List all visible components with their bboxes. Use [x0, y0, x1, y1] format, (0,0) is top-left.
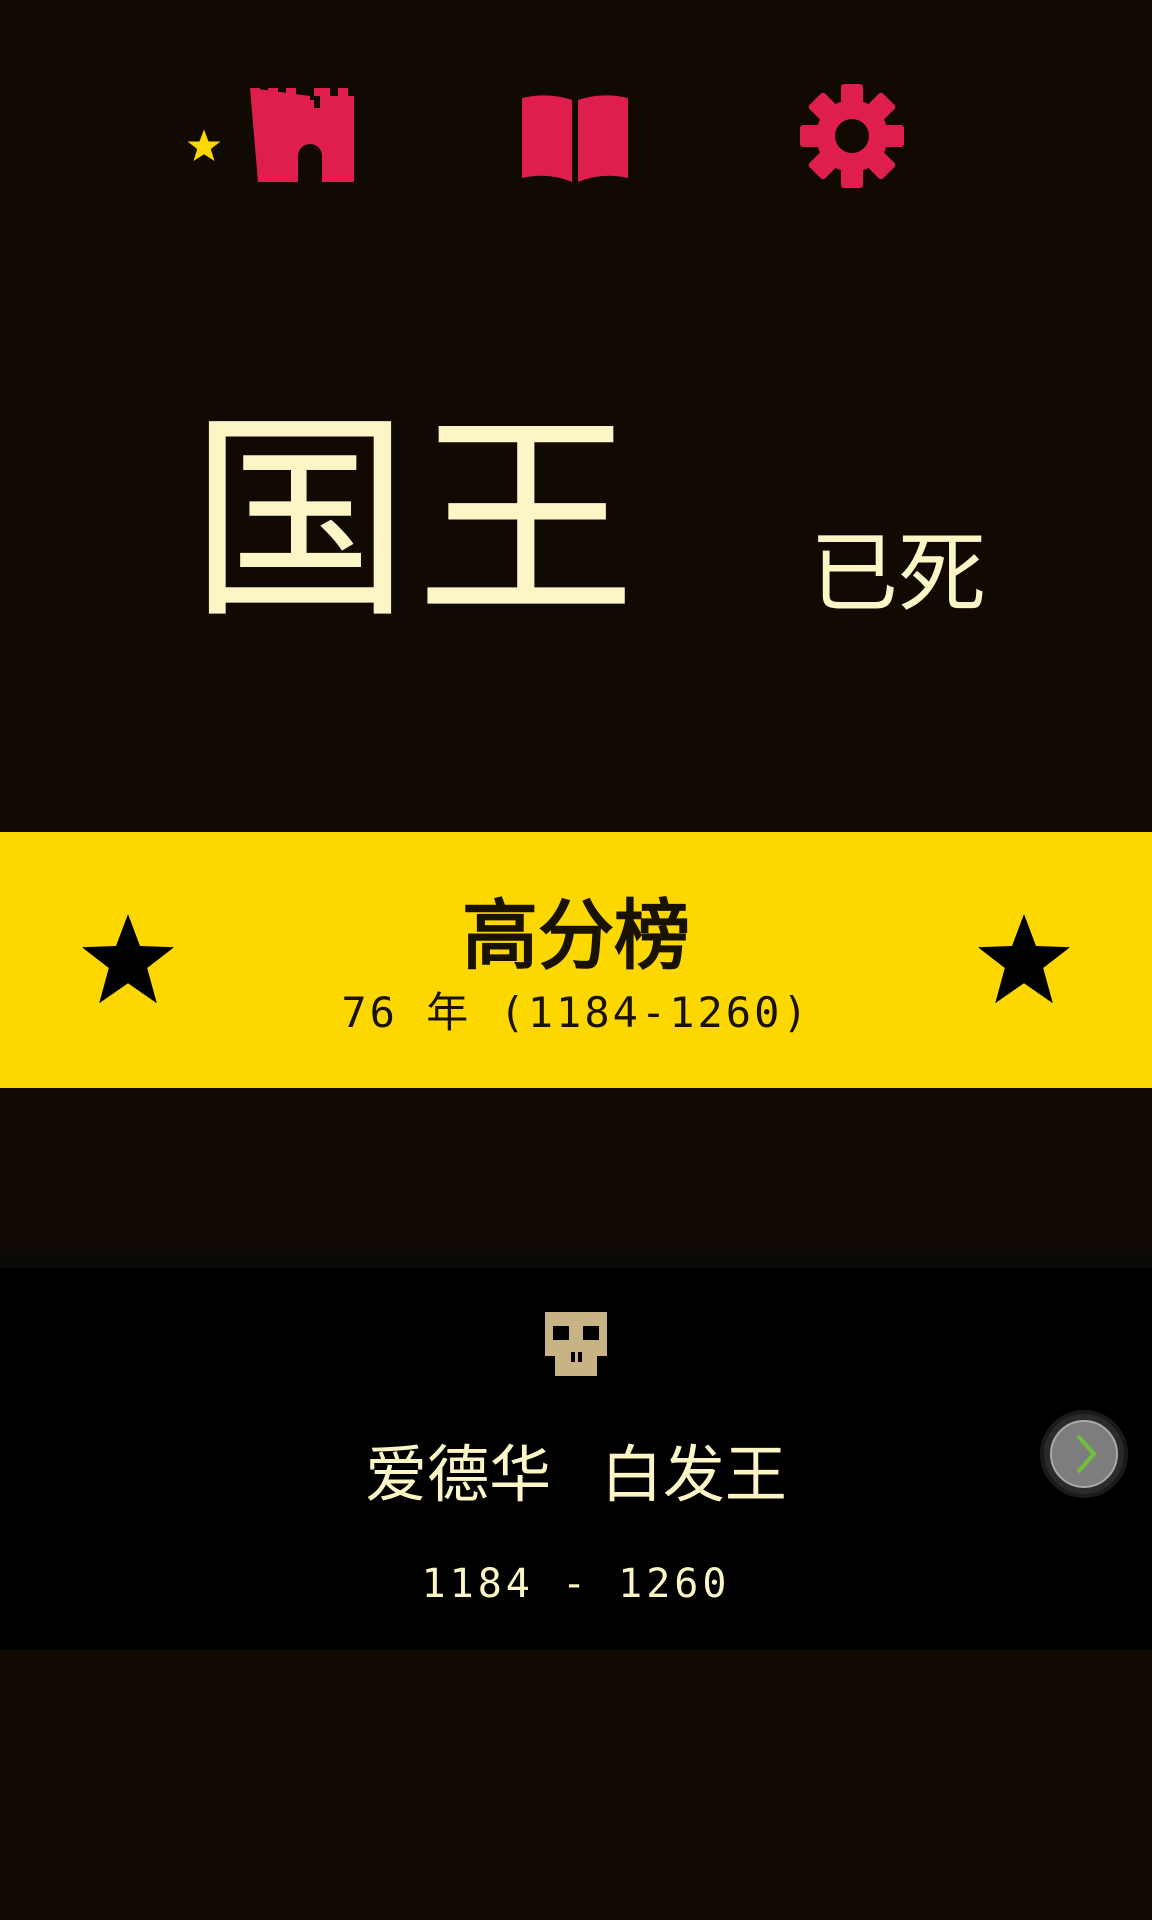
settings-button[interactable] [800, 84, 904, 188]
book-icon [522, 95, 628, 182]
king-card: 爱德华 白发王 1184 - 1260 [0, 1268, 1152, 1650]
star-icon [187, 129, 221, 161]
chevron-right-icon [1076, 1434, 1097, 1474]
book-button[interactable] [520, 94, 630, 184]
king-years: 1184 - 1260 [421, 1561, 731, 1607]
title-main: 国王 [190, 392, 643, 648]
gear-icon [800, 84, 904, 188]
castle-button[interactable] [186, 88, 358, 188]
skull-icon [545, 1312, 607, 1376]
king-name: 爱德华 白发王 [365, 1438, 787, 1511]
next-button-face [1050, 1420, 1118, 1488]
title-sub: 已死 [810, 522, 987, 625]
high-score-banner[interactable]: 高分榜 76 年 (1184-1260) [0, 832, 1152, 1088]
castle-icon [250, 88, 354, 182]
star-icon-right [978, 914, 1070, 1004]
next-button[interactable] [1044, 1414, 1124, 1494]
divider [0, 1250, 1152, 1268]
